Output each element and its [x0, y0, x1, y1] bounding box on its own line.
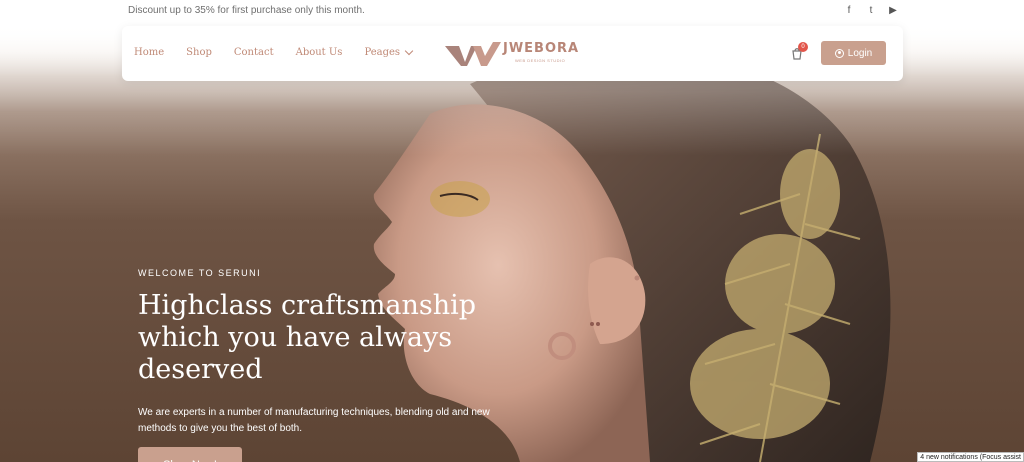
cart-count-badge: 0 [798, 42, 808, 52]
main-nav: Home Shop Contact About Us Peages JWEBOR… [122, 26, 903, 81]
hero-headline: Highclass craftsmanship which you have a… [138, 290, 477, 385]
logo-wordmark: JWEBORA [503, 41, 580, 56]
user-icon [834, 48, 844, 58]
nav-pages-dropdown[interactable]: Peages [364, 46, 414, 58]
nav-home[interactable]: Home [134, 47, 164, 58]
nav-links: Home Shop Contact About Us Peages [134, 46, 434, 58]
site-logo[interactable]: JWEBORA WEB DESIGN STUDIO [443, 40, 579, 68]
twitter-icon[interactable]: t [866, 4, 876, 16]
top-bar: Discount up to 35% for first purchase on… [0, 0, 1024, 24]
facebook-icon[interactable]: f [844, 4, 854, 16]
nav-about[interactable]: About Us [296, 47, 343, 58]
hero-section: WELCOME TO SERUNI Highclass craftsmanshi… [0, 24, 1024, 462]
youtube-icon[interactable]: ▶ [888, 4, 898, 16]
nav-pages-label: Peages [364, 47, 401, 58]
chevron-down-icon [404, 46, 414, 56]
logo-mark [445, 42, 501, 66]
login-label: Login [847, 47, 873, 59]
hero-photo [0, 24, 1024, 462]
logo-tagline: WEB DESIGN STUDIO [515, 58, 566, 63]
nav-contact[interactable]: Contact [234, 47, 274, 58]
hero-description: We are experts in a number of manufactur… [138, 407, 490, 434]
social-links: f t ▶ [844, 4, 898, 16]
hero-eyebrow: WELCOME TO SERUNI [138, 268, 262, 278]
nav-shop[interactable]: Shop [186, 47, 212, 58]
promo-text: Discount up to 35% for first purchase on… [128, 5, 365, 16]
system-notification[interactable]: 4 new notifications (Focus assist [917, 452, 1024, 462]
shop-now-button[interactable]: Shop Now! [138, 447, 242, 462]
login-button[interactable]: Login [821, 41, 886, 65]
